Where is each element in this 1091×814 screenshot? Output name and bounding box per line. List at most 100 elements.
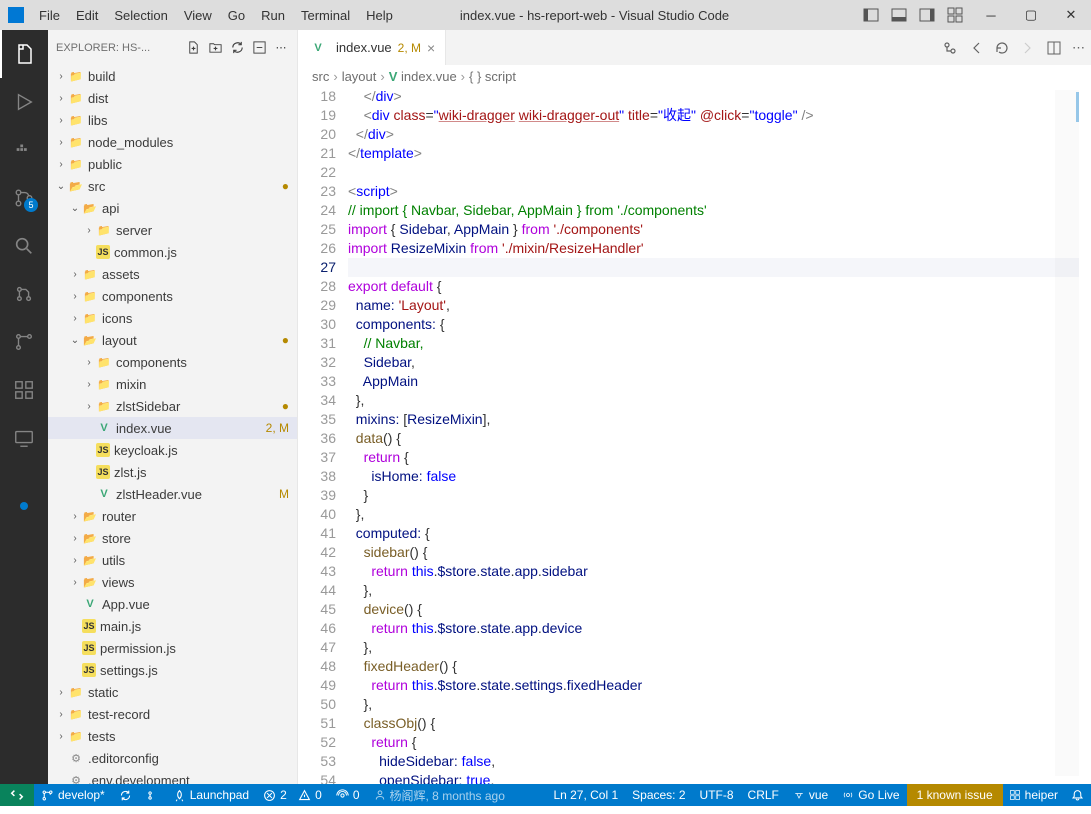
tree-item--editorconfig[interactable]: ⚙.editorconfig <box>48 747 297 769</box>
run-debug-icon[interactable] <box>0 78 48 126</box>
new-file-icon[interactable] <box>185 40 201 56</box>
breadcrumb-layout[interactable]: layout <box>342 69 377 84</box>
revert-icon[interactable] <box>994 40 1010 56</box>
tab-index-vue[interactable]: V index.vue 2, M × <box>298 30 446 65</box>
close-button[interactable]: ✕ <box>1051 0 1091 30</box>
collapse-icon[interactable] <box>251 40 267 56</box>
tree-item-public[interactable]: ›📁public <box>48 153 297 175</box>
layout-grid-icon[interactable] <box>943 3 967 27</box>
menu-go[interactable]: Go <box>221 4 252 27</box>
compare-icon[interactable] <box>942 40 958 56</box>
menu-edit[interactable]: Edit <box>69 4 105 27</box>
breadcrumb-src[interactable]: src <box>312 69 329 84</box>
split-icon[interactable] <box>1046 40 1062 56</box>
docker-icon[interactable] <box>0 126 48 174</box>
tree-item-views[interactable]: ›📂views <box>48 571 297 593</box>
remote-button[interactable] <box>0 784 34 806</box>
language-mode[interactable]: vue <box>786 784 835 806</box>
tree-item-static[interactable]: ›📁static <box>48 681 297 703</box>
tree-item-icons[interactable]: ›📁icons <box>48 307 297 329</box>
layout-right-icon[interactable] <box>915 3 939 27</box>
more-icon[interactable]: ⋯ <box>273 40 289 56</box>
tree-item-test-record[interactable]: ›📁test-record <box>48 703 297 725</box>
git-blame[interactable]: 杨阁辉, 8 months ago <box>367 784 512 806</box>
layout-bottom-icon[interactable] <box>887 3 911 27</box>
tree-item-store[interactable]: ›📂store <box>48 527 297 549</box>
minimize-button[interactable]: ─ <box>971 0 1011 30</box>
layout-left-icon[interactable] <box>859 3 883 27</box>
sync-button[interactable] <box>112 784 139 806</box>
tree-item-tests[interactable]: ›📁tests <box>48 725 297 747</box>
new-folder-icon[interactable] <box>207 40 223 56</box>
cursor-position[interactable]: Ln 27, Col 1 <box>546 784 625 806</box>
go-live-button[interactable]: Go Live <box>835 784 906 806</box>
remote-icon[interactable] <box>0 414 48 462</box>
menu-bar: FileEditSelectionViewGoRunTerminalHelp <box>32 4 400 27</box>
menu-file[interactable]: File <box>32 4 67 27</box>
activity-bar: 5 <box>0 30 48 784</box>
breadcrumb-index.vue[interactable]: V index.vue <box>389 69 457 84</box>
tree-item-keycloak-js[interactable]: JSkeycloak.js <box>48 439 297 461</box>
tree-item-libs[interactable]: ›📁libs <box>48 109 297 131</box>
maximize-button[interactable]: ▢ <box>1011 0 1051 30</box>
tree-item-zlst-js[interactable]: JSzlst.js <box>48 461 297 483</box>
breadcrumb[interactable]: src›layout›V index.vue›{ } script <box>298 65 1091 87</box>
ports-button[interactable]: 0 <box>329 784 367 806</box>
breadcrumb-script[interactable]: { } script <box>469 69 516 84</box>
indentation[interactable]: Spaces: 2 <box>625 784 692 806</box>
history-forward-icon[interactable] <box>1020 40 1036 56</box>
tab-more-icon[interactable]: ⋯ <box>1072 40 1085 56</box>
source-control-icon[interactable]: 5 <box>0 174 48 222</box>
tree-item-settings-js[interactable]: JSsettings.js <box>48 659 297 681</box>
gitlens-status[interactable] <box>139 784 166 806</box>
refresh-icon[interactable] <box>229 40 245 56</box>
notifications-icon[interactable] <box>1064 784 1091 806</box>
tree-item-permission-js[interactable]: JSpermission.js <box>48 637 297 659</box>
encoding[interactable]: UTF-8 <box>693 784 741 806</box>
tree-item-zlstSidebar[interactable]: ›📁zlstSidebar● <box>48 395 297 417</box>
known-issues[interactable]: 1 known issue <box>907 784 1003 806</box>
tree-item-utils[interactable]: ›📂utils <box>48 549 297 571</box>
tree-item-common-js[interactable]: JScommon.js <box>48 241 297 263</box>
tree-item-components[interactable]: ›📁components <box>48 285 297 307</box>
tree-item-build[interactable]: ›📁build <box>48 65 297 87</box>
ai-indicator <box>20 502 28 510</box>
explorer-icon[interactable] <box>0 30 48 78</box>
menu-view[interactable]: View <box>177 4 219 27</box>
tree-item-dist[interactable]: ›📁dist <box>48 87 297 109</box>
tree-item-mixin[interactable]: ›📁mixin <box>48 373 297 395</box>
tree-item-node_modules[interactable]: ›📁node_modules <box>48 131 297 153</box>
tab-label: index.vue <box>336 40 392 55</box>
code-editor[interactable]: 1819202122232425262728293031323334353637… <box>298 87 1091 784</box>
history-back-icon[interactable] <box>968 40 984 56</box>
git-branch[interactable]: develop* <box>34 784 112 806</box>
menu-run[interactable]: Run <box>254 4 292 27</box>
tree-item--env-development[interactable]: ⚙.env.development <box>48 769 297 784</box>
git-graph-icon[interactable] <box>0 318 48 366</box>
tree-item-api[interactable]: ⌄📂api <box>48 197 297 219</box>
search-icon[interactable] <box>0 222 48 270</box>
tree-item-server[interactable]: ›📁server <box>48 219 297 241</box>
helper-status[interactable]: heiper <box>1003 784 1064 806</box>
window-title: index.vue - hs-report-web - Visual Studi… <box>400 8 859 23</box>
tree-item-layout[interactable]: ⌄📂layout● <box>48 329 297 351</box>
tree-item-components[interactable]: ›📁components <box>48 351 297 373</box>
tree-item-zlstHeader-vue[interactable]: VzlstHeader.vueM <box>48 483 297 505</box>
tree-item-assets[interactable]: ›📁assets <box>48 263 297 285</box>
launchpad-button[interactable]: Launchpad <box>166 784 256 806</box>
eol[interactable]: CRLF <box>741 784 786 806</box>
tree-item-router[interactable]: ›📂router <box>48 505 297 527</box>
menu-selection[interactable]: Selection <box>107 4 174 27</box>
tree-item-main-js[interactable]: JSmain.js <box>48 615 297 637</box>
tree-item-index-vue[interactable]: Vindex.vue2, M <box>48 417 297 439</box>
extensions-icon[interactable] <box>0 366 48 414</box>
menu-help[interactable]: Help <box>359 4 400 27</box>
minimap[interactable] <box>1055 90 1079 776</box>
menu-terminal[interactable]: Terminal <box>294 4 357 27</box>
tree-item-src[interactable]: ⌄📂src● <box>48 175 297 197</box>
tree-item-App-vue[interactable]: VApp.vue <box>48 593 297 615</box>
gitlens-icon[interactable] <box>0 270 48 318</box>
problems-button[interactable]: 2 0 <box>256 784 329 806</box>
status-bar: develop* Launchpad 2 0 0 杨阁辉, 8 months a… <box>0 784 1091 806</box>
close-icon[interactable]: × <box>427 40 435 56</box>
